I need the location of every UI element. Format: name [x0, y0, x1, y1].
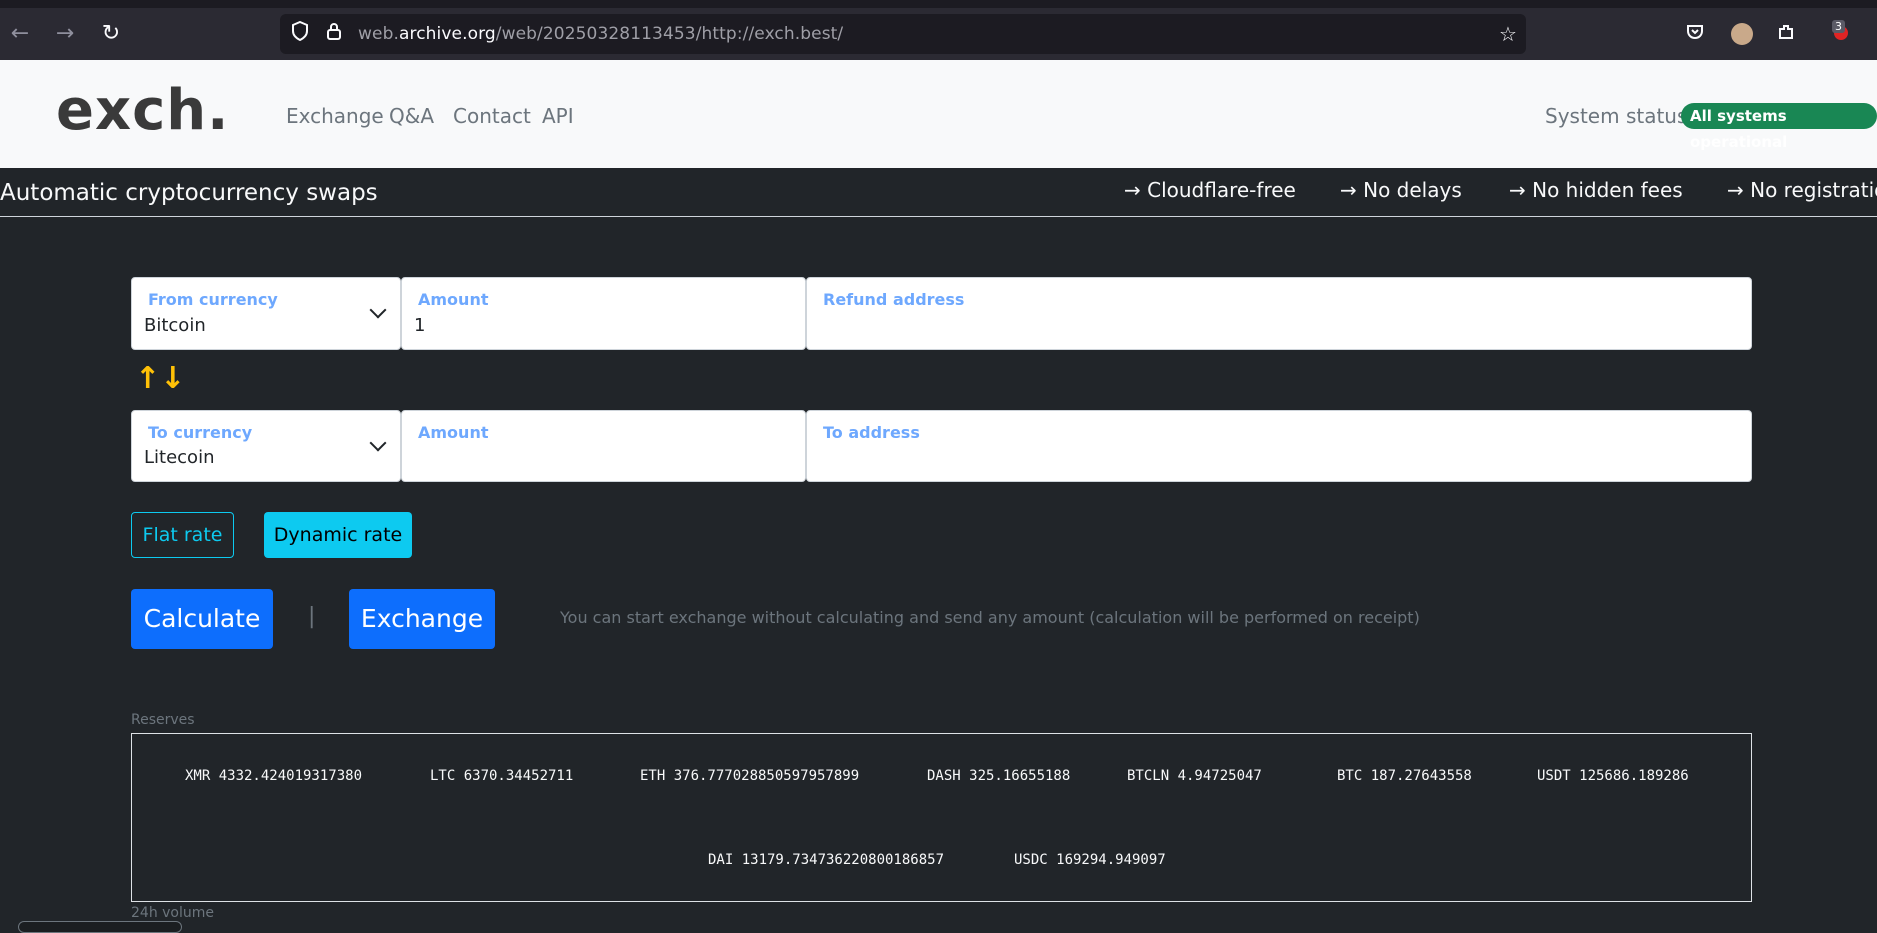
to-address-input[interactable]: To address — [806, 410, 1752, 482]
from-amount-label: Amount — [418, 290, 489, 309]
refund-address-label: Refund address — [823, 290, 965, 309]
exchange-hint: You can start exchange without calculati… — [560, 608, 1420, 627]
to-currency-label: To currency — [148, 423, 253, 442]
reserves-label: Reserves — [131, 712, 195, 728]
ublock-count: 3 — [1832, 20, 1845, 33]
menu-contact[interactable]: Contact — [453, 104, 531, 128]
site-logo[interactable]: exch. — [56, 78, 229, 143]
reserves-panel: XMR 4332.424019317380 LTC 6370.34452711 … — [131, 733, 1752, 902]
reserve-ltc: LTC 6370.34452711 — [430, 768, 574, 784]
menu-exchange[interactable]: Exchange — [286, 104, 384, 128]
browser-toolbar: ← → ↻ web.archive.org/web/20250328113453… — [0, 8, 1877, 60]
swap-icon[interactable]: ↑↓ — [135, 361, 185, 396]
feature-no-hidden-fees: → No hidden fees — [1509, 178, 1683, 202]
from-currency-select[interactable]: From currency Bitcoin — [131, 277, 401, 350]
avatar[interactable] — [1731, 23, 1753, 45]
reserve-btc: BTC 187.27643558 — [1337, 768, 1472, 784]
dynamic-rate-button[interactable]: Dynamic rate — [264, 512, 412, 558]
from-amount-input[interactable]: Amount 1 — [401, 277, 806, 350]
banner-title: Automatic cryptocurrency swaps — [0, 180, 378, 206]
back-icon[interactable]: ← — [6, 20, 34, 48]
feature-banner: Automatic cryptocurrency swaps → Cloudfl… — [0, 168, 1877, 217]
refund-address-input[interactable]: Refund address — [806, 277, 1752, 350]
feature-no-registration: → No registration — [1727, 178, 1877, 202]
lock-icon[interactable] — [320, 20, 348, 48]
system-status-link[interactable]: System status — [1545, 104, 1687, 128]
star-icon[interactable]: ☆ — [1494, 20, 1522, 48]
reserve-dash: DASH 325.16655188 — [927, 768, 1071, 784]
to-amount-label: Amount — [418, 423, 489, 442]
action-separator: | — [308, 604, 316, 629]
reserve-xmr: XMR 4332.424019317380 — [185, 768, 363, 784]
menu-api[interactable]: API — [542, 104, 574, 128]
chevron-down-icon — [369, 301, 387, 319]
address-bar[interactable]: web.archive.org/web/20250328113453/http:… — [280, 14, 1526, 54]
shield-icon[interactable] — [286, 20, 314, 48]
reserve-usdc: USDC 169294.949097 — [1014, 852, 1166, 868]
url-text[interactable]: web.archive.org/web/20250328113453/http:… — [358, 24, 843, 44]
reserve-btcln: BTCLN 4.94725047 — [1127, 768, 1262, 784]
feature-no-delays: → No delays — [1340, 178, 1462, 202]
reserve-dai: DAI 13179.734736220800186857 — [708, 852, 945, 868]
status-badge: All systems operational — [1681, 103, 1877, 151]
browser-tab-strip — [0, 0, 1877, 8]
forward-icon[interactable]: → — [51, 20, 79, 48]
volume-label: 24h volume — [131, 905, 215, 921]
extensions-icon[interactable] — [1772, 20, 1800, 48]
pocket-icon[interactable] — [1681, 20, 1709, 48]
from-currency-label: From currency — [148, 290, 278, 309]
bottom-overlay — [18, 921, 182, 933]
to-currency-value: Litecoin — [144, 447, 215, 468]
chevron-down-icon — [369, 434, 387, 452]
site-header: exch. Exchange Q&A Contact API System st… — [0, 60, 1877, 168]
reload-icon[interactable]: ↻ — [97, 20, 125, 48]
feature-cloudflare-free: → Cloudflare-free — [1124, 178, 1296, 202]
calculate-button[interactable]: Calculate — [131, 589, 273, 649]
exchange-button[interactable]: Exchange — [349, 589, 495, 649]
reserve-eth: ETH 376.777028850597957899 — [640, 768, 860, 784]
to-currency-select[interactable]: To currency Litecoin — [131, 410, 401, 482]
flat-rate-button[interactable]: Flat rate — [131, 512, 234, 558]
from-amount-value: 1 — [414, 315, 426, 336]
from-currency-value: Bitcoin — [144, 315, 206, 336]
to-amount-input[interactable]: Amount — [401, 410, 806, 482]
to-address-label: To address — [823, 423, 920, 442]
menu-qa[interactable]: Q&A — [389, 104, 434, 128]
reserve-usdt: USDT 125686.189286 — [1537, 768, 1689, 784]
